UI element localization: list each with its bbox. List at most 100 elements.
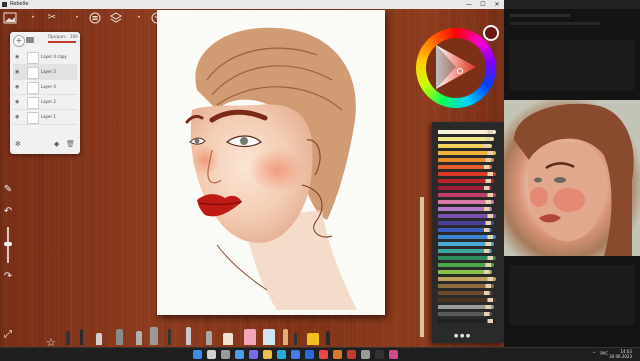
color-pencil[interactable]	[438, 305, 494, 309]
close-icon[interactable]: ✕	[490, 0, 504, 9]
terminal-icon[interactable]	[375, 350, 384, 359]
search-icon[interactable]	[207, 350, 216, 359]
redo-icon[interactable]: ↷	[2, 271, 14, 283]
brush-settings-icon[interactable]: ✂	[45, 12, 59, 24]
crayon-tool[interactable]	[283, 329, 288, 345]
visibility-icon[interactable]: ◉	[15, 84, 19, 90]
explorer-icon[interactable]	[263, 350, 272, 359]
stylus-tool[interactable]	[326, 331, 330, 345]
layers-panel: + Прозрач. 100 ◉ Layer 4 copy ◉ Layer 3 ◉ Lay…	[10, 32, 80, 154]
watercolor-tool[interactable]	[263, 329, 275, 345]
photos-icon[interactable]	[333, 350, 342, 359]
color-pencil[interactable]	[438, 284, 494, 288]
color-pencil[interactable]	[438, 144, 492, 148]
color-pencil[interactable]	[438, 242, 494, 246]
airbrush-tool[interactable]	[116, 329, 123, 345]
color-pencil[interactable]	[438, 158, 494, 162]
pencil-box-icon[interactable]: ● ● ●	[454, 333, 470, 339]
rebelle-icon[interactable]	[347, 350, 356, 359]
visibility-icon[interactable]: ◉	[15, 99, 19, 105]
layer-row[interactable]: ◉ Layer 2	[13, 95, 77, 110]
color-pencil[interactable]	[438, 228, 492, 232]
windows-start-icon[interactable]	[193, 350, 202, 359]
delete-layer-icon[interactable]: 🗑	[66, 140, 75, 148]
pencil-tool[interactable]	[66, 331, 70, 345]
layer-row[interactable]: ◉ Layer 3	[13, 65, 77, 80]
gallery-icon[interactable]	[3, 12, 17, 24]
merge-layer-icon[interactable]: ◆	[54, 140, 59, 148]
ink-tool[interactable]	[96, 333, 102, 345]
folder-icon[interactable]	[26, 37, 34, 43]
layer-row[interactable]: ◉ Layer 4 copy	[13, 50, 77, 65]
edge-icon[interactable]	[277, 350, 286, 359]
visibility-icon[interactable]: ◉	[15, 69, 19, 75]
cutter-tool[interactable]	[206, 331, 212, 345]
color-pencil[interactable]	[438, 137, 494, 141]
drawing-canvas[interactable]	[157, 10, 385, 315]
layer-row[interactable]: ◉ Layer 1	[13, 110, 77, 125]
color-pencil[interactable]	[438, 207, 492, 211]
calendar-icon[interactable]	[319, 350, 328, 359]
opacity-value: 100	[70, 34, 78, 39]
star-icon[interactable]: ☆	[46, 336, 56, 347]
color-pencil[interactable]	[438, 165, 492, 169]
language-indicator[interactable]: РУС	[600, 351, 608, 356]
color-pencil[interactable]	[438, 263, 494, 267]
size-slider-handle[interactable]	[4, 242, 12, 246]
color-pencil[interactable]	[438, 249, 492, 253]
visibility-icon[interactable]: ◉	[15, 114, 19, 120]
reference-photo[interactable]	[504, 100, 640, 256]
color-pencil[interactable]	[438, 270, 492, 274]
color-pencil[interactable]	[438, 172, 496, 176]
color-pencil[interactable]	[438, 312, 492, 316]
add-layer-icon[interactable]: +	[13, 35, 25, 47]
pastel-tool[interactable]	[244, 329, 256, 345]
color-pencil[interactable]	[438, 200, 494, 204]
eraser-tool[interactable]	[223, 333, 233, 345]
color-triangle[interactable]	[430, 43, 480, 91]
tray-overflow-icon[interactable]: ^	[593, 351, 596, 356]
dot-icon: •	[31, 14, 35, 21]
color-pencil[interactable]	[438, 221, 494, 225]
clock[interactable]: 14:03 30.06.2023	[609, 349, 632, 359]
smudge-tool[interactable]	[136, 331, 142, 345]
color-pencil[interactable]	[438, 298, 496, 302]
color-pencil[interactable]	[438, 256, 496, 260]
marker-tool[interactable]	[168, 329, 171, 345]
color-pencil[interactable]	[438, 179, 494, 183]
store-icon[interactable]	[291, 350, 300, 359]
widgets-icon[interactable]	[235, 350, 244, 359]
media-icon[interactable]	[389, 350, 398, 359]
color-pencil[interactable]	[438, 186, 492, 190]
fine-liner-tool[interactable]	[294, 333, 297, 345]
minimize-icon[interactable]: —	[462, 0, 476, 9]
blender-tool[interactable]	[186, 327, 191, 345]
color-pencil[interactable]	[438, 277, 496, 281]
color-pencil[interactable]	[438, 235, 496, 239]
current-color-swatch[interactable]	[483, 25, 499, 41]
settings-icon[interactable]	[361, 350, 370, 359]
undo-icon[interactable]: ↶	[2, 206, 14, 218]
pen-tool[interactable]	[80, 329, 83, 345]
layer-thumbnail	[27, 112, 39, 124]
color-pencil[interactable]	[438, 193, 496, 197]
layer-row[interactable]: ◉ Layer 4	[13, 80, 77, 95]
maximize-icon[interactable]: ☐	[476, 0, 490, 9]
layers-icon[interactable]	[109, 12, 123, 24]
menu-icon[interactable]	[88, 12, 102, 24]
color-pencil[interactable]	[438, 291, 492, 295]
opacity-slider[interactable]	[48, 41, 76, 43]
mail-icon[interactable]	[305, 350, 314, 359]
color-pencil[interactable]	[438, 214, 496, 218]
pencil-icon[interactable]: ✎	[2, 184, 14, 196]
color-pencil[interactable]	[438, 319, 496, 323]
task-view-icon[interactable]	[221, 350, 230, 359]
visibility-icon[interactable]: ◉	[15, 54, 19, 60]
paint-tool[interactable]	[307, 333, 319, 345]
color-pencil[interactable]	[438, 130, 496, 134]
layer-settings-icon[interactable]: ✻	[15, 140, 21, 148]
palette-knife-tool[interactable]	[150, 327, 158, 345]
color-pencil[interactable]	[438, 151, 496, 155]
layer-name: Layer 4	[41, 84, 56, 89]
chat-icon[interactable]	[249, 350, 258, 359]
